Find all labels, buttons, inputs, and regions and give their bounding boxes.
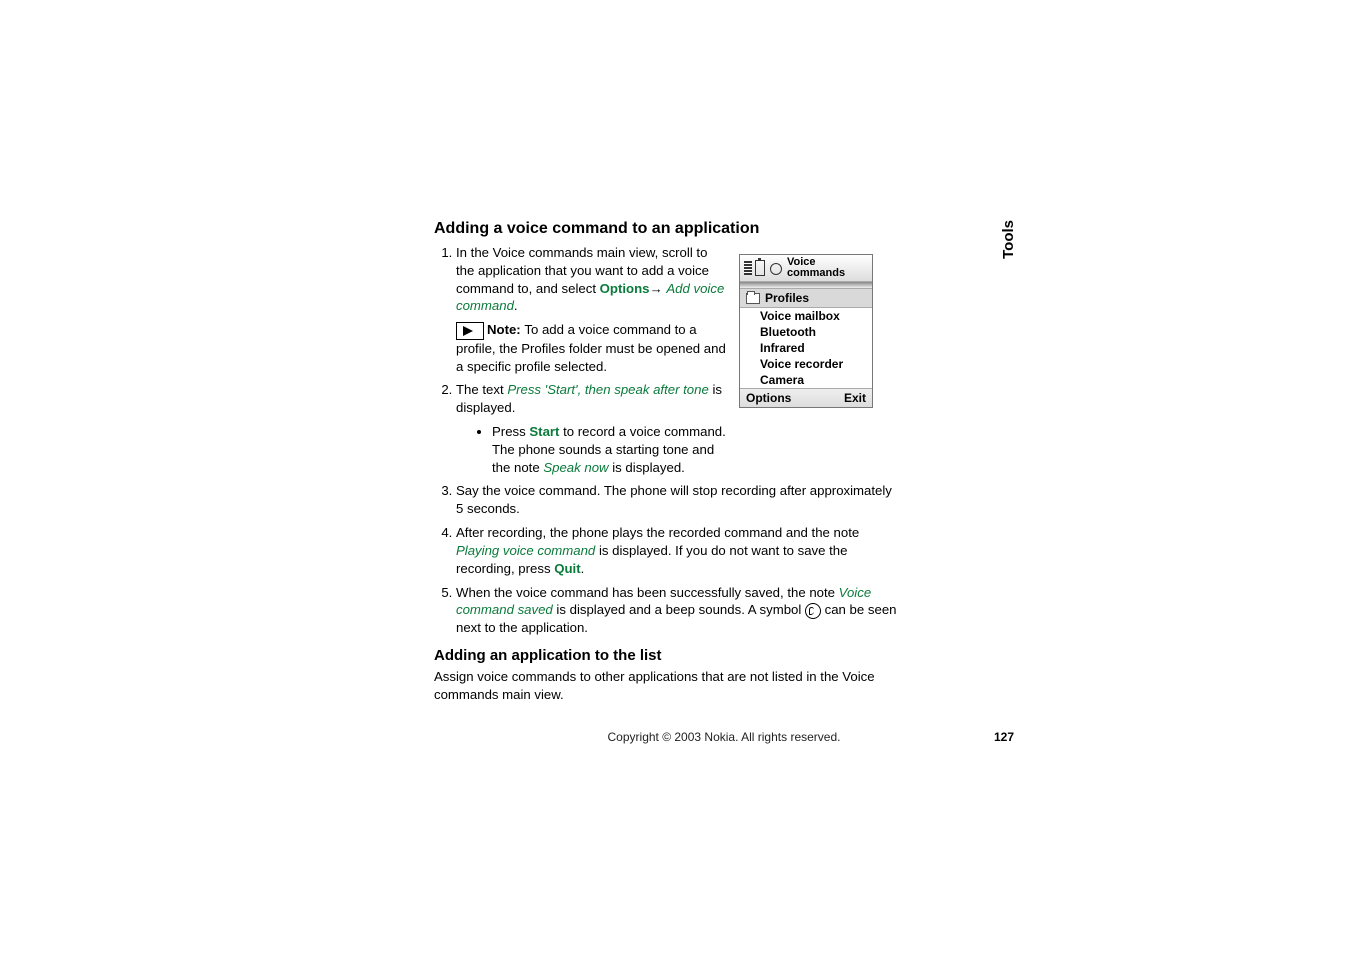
s5-mid: is displayed and a beep sounds. A symbol	[553, 602, 805, 617]
step-2-text-a: The text	[456, 382, 507, 397]
voice-command-symbol-icon	[805, 603, 821, 619]
note-arrow-icon	[456, 322, 484, 340]
folder-icon	[746, 293, 760, 304]
s4-pre: After recording, the phone plays the rec…	[456, 525, 859, 540]
softkey-exit[interactable]: Exit	[844, 391, 866, 405]
heading-add-application: Adding an application to the list	[434, 647, 1014, 664]
sshot-item-voice-recorder[interactable]: Voice recorder	[740, 356, 872, 372]
page-footer: Copyright © 2003 Nokia. All rights reser…	[434, 730, 1014, 744]
step-1: In the Voice commands main view, scroll …	[456, 244, 726, 375]
steps-list-cont: Say the voice command. The phone will st…	[434, 482, 901, 637]
step-2-sublist: Press Start to record a voice command. T…	[456, 423, 726, 476]
sshot-item-voice-mailbox[interactable]: Voice mailbox	[740, 308, 872, 324]
speak-now-keyword: Speak now	[543, 460, 608, 475]
signal-icon	[744, 261, 752, 275]
phone-screenshot: Voice commands Profiles Voice mailbox Bl…	[739, 254, 873, 408]
page-number: 127	[974, 730, 1014, 744]
b-post: is displayed.	[609, 460, 685, 475]
sshot-statusbar: Voice commands	[740, 255, 872, 282]
press-start-msg: Press 'Start', then speak after tone	[507, 382, 709, 397]
step-3: Say the voice command. The phone will st…	[456, 482, 901, 518]
para-add-application: Assign voice commands to other applicati…	[434, 668, 879, 704]
note-label: Note:	[487, 322, 524, 337]
sshot-title: Voice commands	[787, 257, 845, 279]
note-block: Note: To add a voice command to a profil…	[456, 321, 726, 375]
options-keyword: Options	[600, 281, 650, 296]
sshot-item-infrared[interactable]: Infrared	[740, 340, 872, 356]
copyright-text: Copyright © 2003 Nokia. All rights reser…	[474, 730, 974, 744]
softkey-options[interactable]: Options	[746, 391, 791, 405]
step-4: After recording, the phone plays the rec…	[456, 524, 901, 577]
sshot-item-bluetooth[interactable]: Bluetooth	[740, 324, 872, 340]
sshot-softkey-row: Options Exit	[740, 388, 872, 407]
arrow-icon: →	[650, 281, 667, 296]
sshot-category-label: Profiles	[765, 291, 809, 305]
sshot-item-camera[interactable]: Camera	[740, 372, 872, 388]
start-keyword: Start	[529, 424, 559, 439]
step-1-text-b: .	[514, 298, 518, 313]
b-pre: Press	[492, 424, 529, 439]
playing-keyword: Playing voice command	[456, 543, 595, 558]
quit-keyword: Quit	[554, 561, 580, 576]
page-content: Adding a voice command to an application…	[434, 220, 1014, 710]
battery-icon	[755, 260, 765, 276]
heading-add-voice-command: Adding a voice command to an application	[434, 220, 1014, 238]
step-2-bullet: Press Start to record a voice command. T…	[492, 423, 726, 476]
sshot-title-2: commands	[787, 268, 845, 279]
steps-list: In the Voice commands main view, scroll …	[434, 244, 1014, 476]
step-5: When the voice command has been successf…	[456, 584, 901, 637]
sshot-category-profiles[interactable]: Profiles	[740, 288, 872, 308]
step-2: The text Press 'Start', then speak after…	[456, 381, 726, 476]
s4-post: .	[581, 561, 585, 576]
s5-pre: When the voice command has been successf…	[456, 585, 839, 600]
voice-commands-app-icon	[768, 261, 784, 275]
